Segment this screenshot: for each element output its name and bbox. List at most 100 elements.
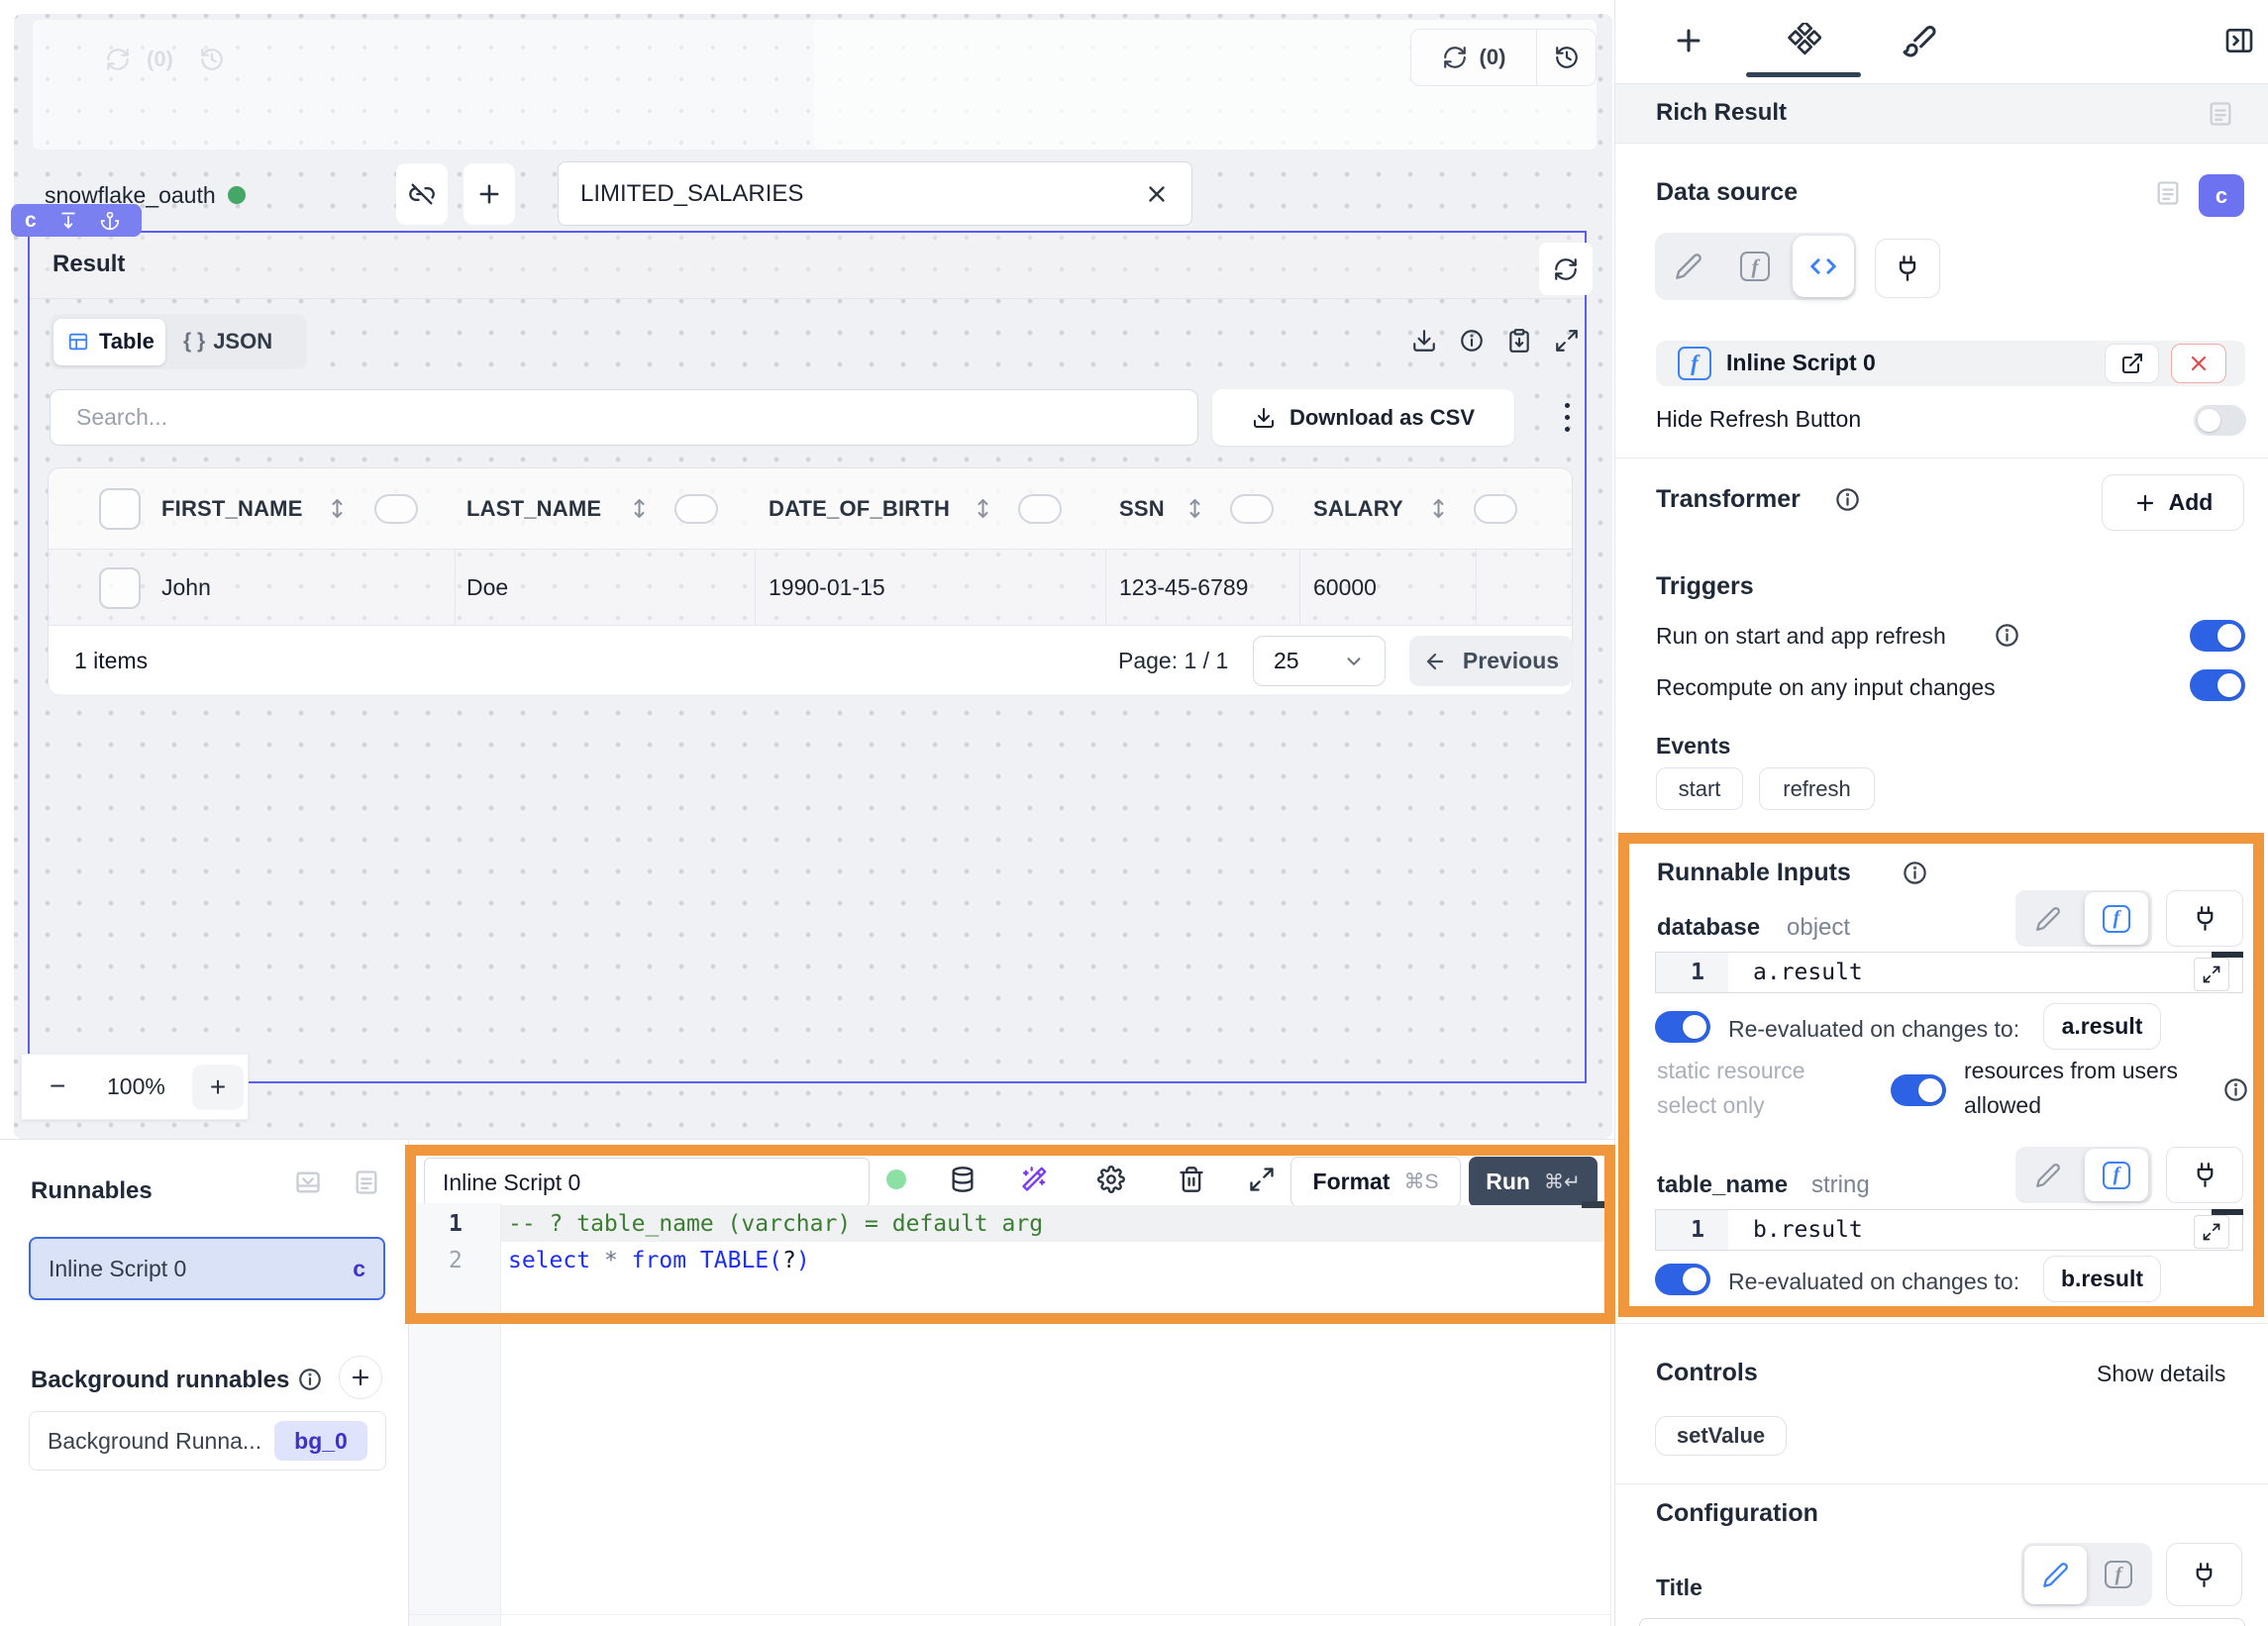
zoom-out-button[interactable]: − xyxy=(50,1070,65,1102)
mode-static[interactable] xyxy=(1655,253,1722,280)
hide-refresh-toggle[interactable] xyxy=(2194,405,2246,436)
zoom-in-button[interactable]: + xyxy=(192,1065,244,1110)
connect-input-button[interactable] xyxy=(2166,890,2243,947)
table-row[interactable]: John Doe 1990-01-15 123-45-6789 60000 xyxy=(49,550,1572,626)
doc-icon[interactable] xyxy=(353,1169,380,1196)
mode-template-active[interactable]: f xyxy=(2085,892,2148,945)
code-line-2[interactable]: select * from TABLE(?) xyxy=(508,1248,810,1273)
trash-icon[interactable] xyxy=(1178,1166,1205,1193)
resources-from-users-toggle[interactable] xyxy=(1891,1074,1946,1106)
info-icon[interactable] xyxy=(1459,328,1485,354)
tab-table[interactable]: Table xyxy=(53,319,165,365)
row-checkbox[interactable] xyxy=(99,567,141,609)
column-header[interactable]: SALARY xyxy=(1313,496,1403,522)
column-header[interactable]: SSN xyxy=(1119,496,1165,522)
plug-icon xyxy=(2192,1162,2218,1188)
connect-input-button[interactable] xyxy=(1875,239,1940,298)
info-icon xyxy=(1902,860,1928,886)
pencil-icon xyxy=(2042,1562,2069,1588)
settings-gear-icon[interactable] xyxy=(1097,1166,1125,1193)
column-toggle-pill[interactable] xyxy=(374,494,418,524)
code-line-1[interactable]: -- ? table_name (varchar) = default arg xyxy=(508,1211,1043,1237)
inbox-icon[interactable] xyxy=(294,1169,322,1196)
expand-expr-button[interactable] xyxy=(2194,958,2229,991)
refresh-count-button[interactable]: (0) xyxy=(1411,30,1536,85)
maximize-icon[interactable] xyxy=(1248,1166,1276,1193)
connect-input-button[interactable] xyxy=(2166,1147,2243,1203)
select-all-checkbox[interactable] xyxy=(99,488,141,530)
move-down-icon[interactable] xyxy=(58,211,78,231)
mode-template[interactable]: f xyxy=(1722,252,1788,281)
zoom-level: 100% xyxy=(107,1073,165,1100)
anchor-icon[interactable] xyxy=(100,211,120,231)
column-toggle-pill[interactable] xyxy=(1018,494,1062,524)
previous-page-button[interactable]: Previous xyxy=(1409,636,1573,686)
clipboard-copy-icon[interactable] xyxy=(1506,328,1532,354)
mode-static[interactable] xyxy=(2015,906,2081,932)
sort-icon[interactable] xyxy=(1425,495,1452,522)
mode-template[interactable]: f xyxy=(2087,1561,2150,1588)
delete-script-button[interactable] xyxy=(2171,344,2226,383)
table-name-input[interactable]: LIMITED_SALARIES xyxy=(558,161,1192,226)
sort-icon[interactable] xyxy=(970,495,996,522)
script-name-input[interactable]: Inline Script 0 xyxy=(424,1158,870,1207)
open-script-button[interactable] xyxy=(2105,344,2159,383)
app-canvas[interactable]: (0) (0) snowflake_oauth LIMITED_SAL xyxy=(14,14,1612,1139)
column-toggle-pill[interactable] xyxy=(1474,494,1517,524)
expand-icon[interactable] xyxy=(1554,328,1580,354)
database-icon[interactable] xyxy=(949,1166,977,1193)
table-search-input[interactable]: Search... xyxy=(50,389,1198,446)
sort-icon[interactable] xyxy=(1182,495,1208,522)
mode-template-active[interactable]: f xyxy=(2085,1149,2148,1201)
magic-wand-icon[interactable] xyxy=(1020,1166,1048,1193)
doc-icon[interactable] xyxy=(2207,100,2234,128)
expr-editor-database[interactable]: 1 a.result xyxy=(1655,952,2243,993)
mode-expression-active[interactable] xyxy=(1793,236,1854,297)
insert-component-tab-icon[interactable] xyxy=(1672,24,1705,57)
recompute-toggle[interactable] xyxy=(2190,669,2245,701)
run-on-start-toggle[interactable] xyxy=(2190,620,2245,652)
inline-script-row[interactable]: f Inline Script 0 xyxy=(1656,341,2245,386)
doc-icon[interactable] xyxy=(2154,179,2182,207)
sort-icon[interactable] xyxy=(626,495,653,522)
connect-input-button[interactable] xyxy=(2166,1543,2242,1606)
setvalue-chip[interactable]: setValue xyxy=(1655,1416,1787,1456)
tab-json[interactable]: { } JSON xyxy=(165,329,290,355)
expand-expr-button[interactable] xyxy=(2194,1215,2229,1249)
component-selection-badge[interactable]: c xyxy=(11,204,142,237)
mode-static-active[interactable] xyxy=(2024,1546,2087,1604)
run-button[interactable]: Run ⌘↵ xyxy=(1469,1157,1598,1207)
add-button[interactable] xyxy=(464,163,515,225)
unlink-button[interactable] xyxy=(396,163,448,225)
refresh-icon xyxy=(1442,45,1468,70)
history-button[interactable] xyxy=(1537,30,1596,85)
column-toggle-pill[interactable] xyxy=(1230,494,1274,524)
title-input-partial[interactable] xyxy=(1639,1618,2245,1626)
format-button[interactable]: Format ⌘S xyxy=(1290,1157,1461,1207)
runnable-item-background[interactable]: Background Runna... bg_0 xyxy=(29,1411,386,1471)
reeval-toggle-database[interactable] xyxy=(1655,1011,1710,1043)
kebab-menu[interactable] xyxy=(1563,394,1571,440)
download-csv-button[interactable]: Download as CSV xyxy=(1212,389,1514,446)
page-size-select[interactable]: 25 xyxy=(1253,636,1386,686)
download-icon[interactable] xyxy=(1411,328,1437,354)
add-background-runnable-button[interactable] xyxy=(339,1356,382,1399)
column-toggle-pill[interactable] xyxy=(674,494,718,524)
add-transformer-button[interactable]: Add xyxy=(2102,474,2244,531)
theme-tab-icon[interactable] xyxy=(1902,23,1937,58)
sort-icon[interactable] xyxy=(324,495,351,522)
show-details-link[interactable]: Show details xyxy=(2097,1361,2225,1387)
column-header[interactable]: LAST_NAME xyxy=(466,496,601,522)
settings-tab-icon[interactable] xyxy=(1786,23,1821,58)
column-header[interactable]: DATE_OF_BIRTH xyxy=(769,496,950,522)
collapse-panel-icon[interactable] xyxy=(2223,25,2255,56)
rich-result-component[interactable]: Result Table { } JSON xyxy=(28,231,1587,1083)
clear-input-icon[interactable] xyxy=(1144,181,1170,207)
runnable-item-selected[interactable]: Inline Script 0 c xyxy=(29,1237,385,1300)
background-runnables-title: Background runnables xyxy=(31,1367,289,1394)
reeval-toggle-table-name[interactable] xyxy=(1655,1264,1710,1295)
mode-static[interactable] xyxy=(2015,1163,2081,1188)
column-header[interactable]: FIRST_NAME xyxy=(161,496,303,522)
result-refresh-button[interactable] xyxy=(1539,243,1593,295)
expr-editor-table-name[interactable]: 1 b.result xyxy=(1655,1209,2243,1251)
